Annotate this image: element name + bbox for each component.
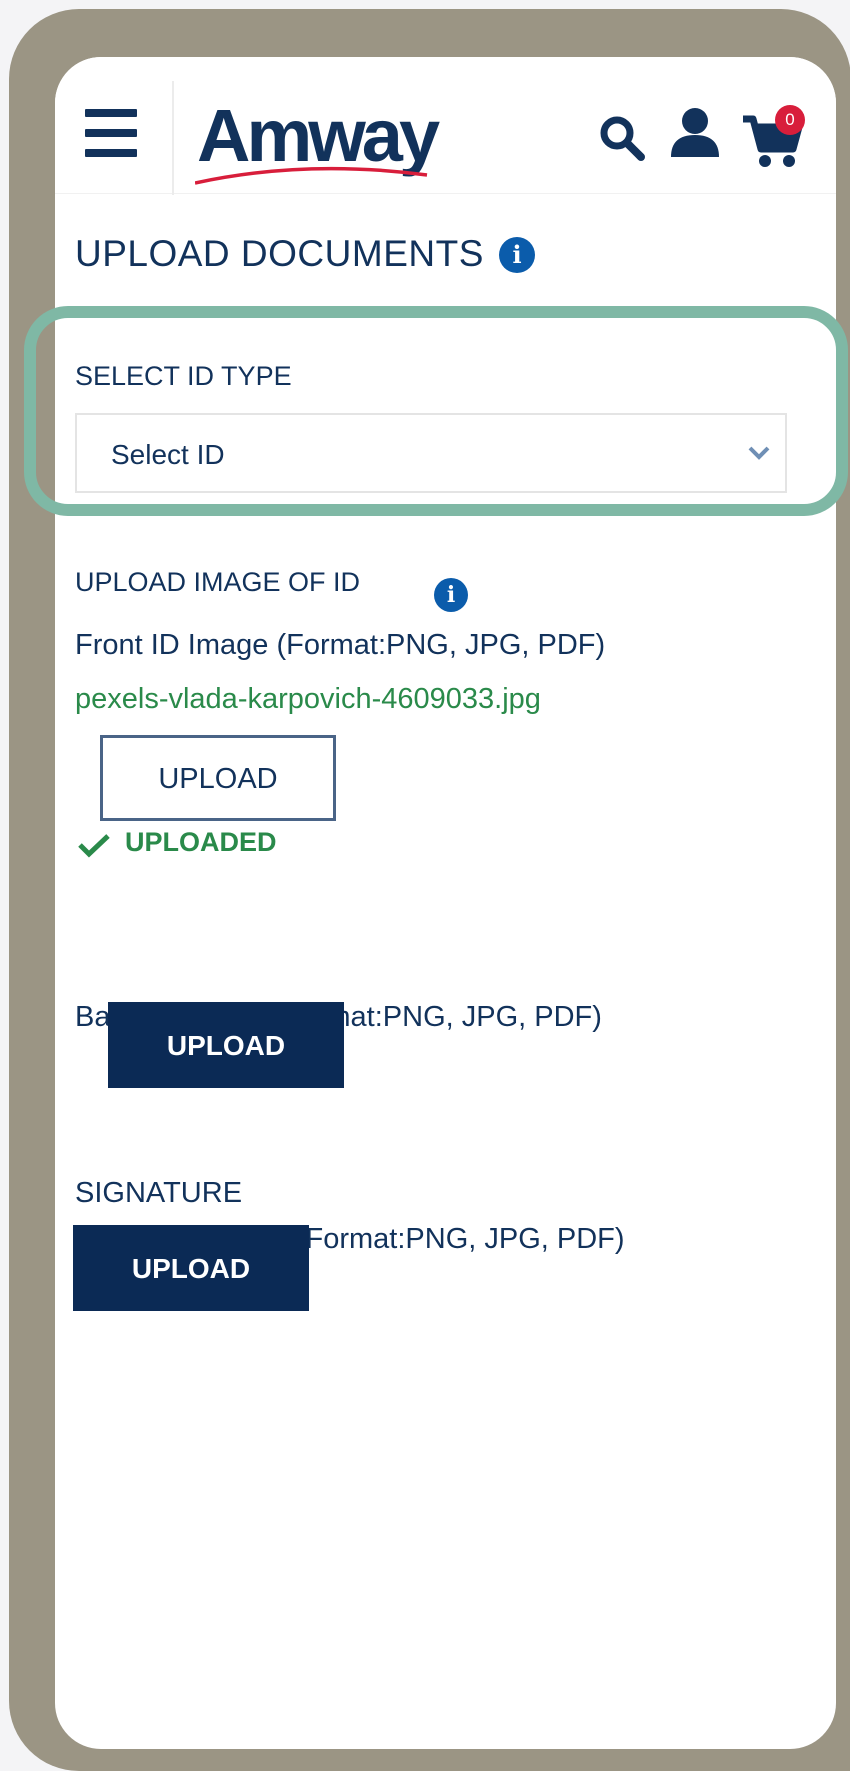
account-icon[interactable] xyxy=(669,107,721,159)
header-divider xyxy=(172,81,174,195)
upload-info-icon[interactable]: i xyxy=(434,578,468,612)
device-frame: Amway 0 UPLOAD DOCUMENTS i SELECT ID TYP… xyxy=(9,9,850,1771)
front-id-file-name: pexels-vlada-karpovich-4609033.jpg xyxy=(75,683,541,715)
upload-image-of-id-label: UPLOAD IMAGE OF ID xyxy=(75,567,361,597)
page-title: UPLOAD DOCUMENTS xyxy=(75,233,484,274)
info-icon[interactable]: i xyxy=(499,237,535,273)
search-icon[interactable] xyxy=(599,115,645,161)
amway-logo[interactable]: Amway xyxy=(195,99,440,189)
hamburger-menu-icon[interactable] xyxy=(85,109,137,157)
uploaded-status-text: UPLOADED xyxy=(125,827,277,857)
signature-label: SIGNATURE xyxy=(75,1177,243,1209)
checkmark-icon xyxy=(78,834,110,858)
front-id-upload-button[interactable]: UPLOAD xyxy=(100,735,336,821)
signature-upload-button[interactable]: UPLOAD xyxy=(73,1225,309,1311)
logo-swoosh xyxy=(195,166,428,185)
back-id-upload-button[interactable]: UPLOAD xyxy=(108,1002,344,1088)
site-header: Amway 0 xyxy=(55,57,836,195)
id-type-highlight xyxy=(24,306,848,516)
cart-icon[interactable]: 0 xyxy=(741,105,811,169)
front-id-image-label: Front ID Image (Format:PNG, JPG, PDF) xyxy=(75,629,606,661)
cart-count-badge: 0 xyxy=(775,105,805,135)
